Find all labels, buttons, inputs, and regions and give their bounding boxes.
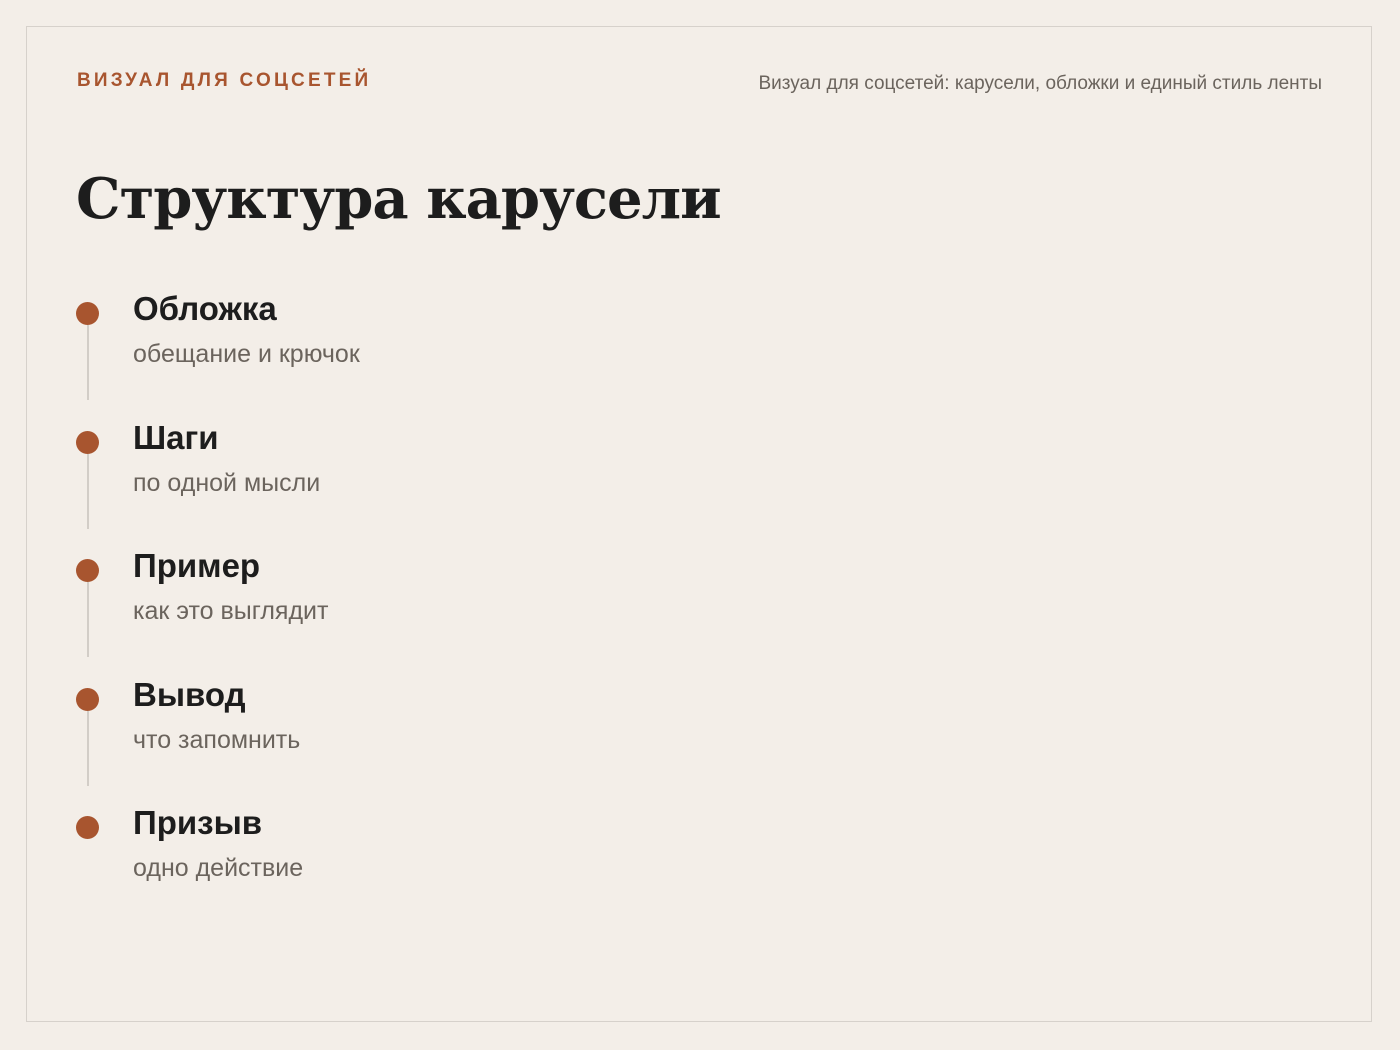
timeline: Обложка обещание и крючок Шаги по одной … (76, 289, 876, 932)
step-subtitle: обещание и крючок (133, 340, 360, 368)
slide: ВИЗУАЛ ДЛЯ СОЦСЕТЕЙ Визуал для соцсетей:… (26, 26, 1372, 1022)
step-title: Призыв (133, 804, 263, 841)
step-title: Пример (133, 547, 261, 584)
timeline-step-example: Пример как это выглядит (76, 546, 876, 675)
step-title: Шаги (133, 418, 219, 456)
timeline-step-conclusion: Вывод что запомнить (76, 675, 876, 804)
step-subtitle: по одной мысли (133, 468, 321, 497)
timeline-connector (86, 710, 89, 786)
timeline-step-steps: Шаги по одной мысли (76, 418, 876, 547)
timeline-step-cta: Призыв одно действие (76, 803, 876, 932)
step-subtitle: что запомнить (133, 725, 301, 754)
bullet-dot-icon (76, 816, 99, 839)
bullet-dot-icon (76, 687, 99, 711)
bullet-dot-icon (76, 302, 99, 325)
bullet-dot-icon (76, 430, 99, 454)
step-title: Обложка (133, 290, 277, 327)
page-title: Структура карусели (76, 166, 722, 232)
topic-caption: Визуал для соцсетей: карусели, обложки и… (758, 73, 1322, 94)
timeline-step-cover: Обложка обещание и крючок (76, 289, 876, 418)
step-title: Вывод (133, 675, 246, 713)
timeline-connector (86, 582, 89, 657)
bullet-dot-icon (76, 559, 99, 582)
step-subtitle: одно действие (133, 854, 304, 882)
eyebrow-label: ВИЗУАЛ ДЛЯ СОЦСЕТЕЙ (77, 70, 372, 91)
timeline-connector (86, 453, 89, 529)
timeline-connector (86, 325, 89, 400)
step-subtitle: как это выглядит (133, 597, 329, 625)
